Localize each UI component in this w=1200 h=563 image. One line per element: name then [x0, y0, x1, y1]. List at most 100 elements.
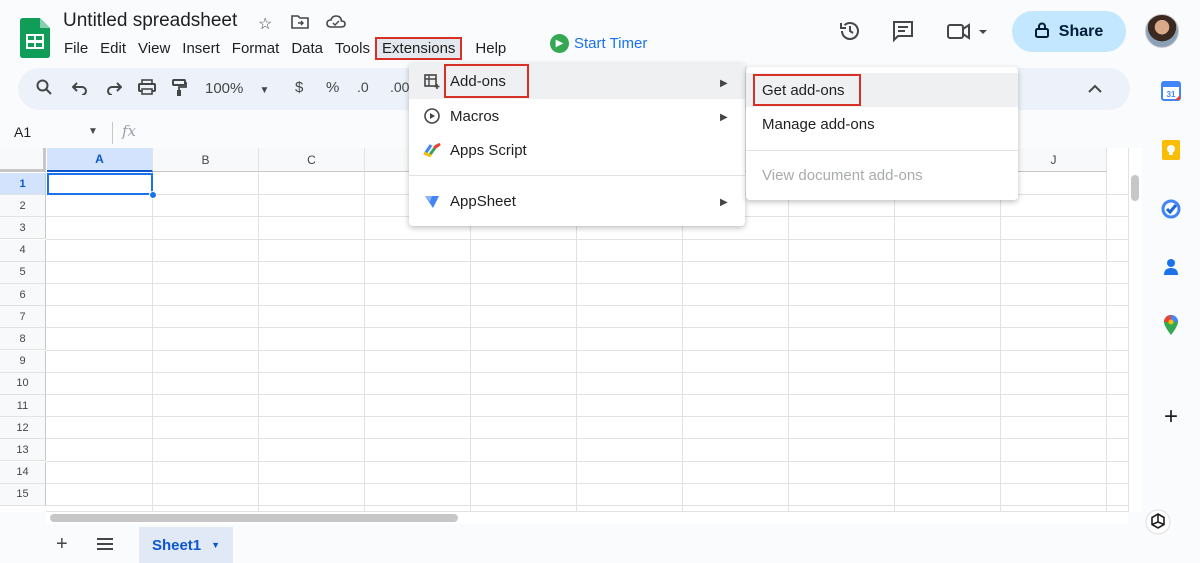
- print-icon[interactable]: [138, 79, 156, 99]
- fill-handle[interactable]: [149, 191, 157, 199]
- row-header-3[interactable]: 3: [0, 217, 46, 240]
- gridline: [46, 482, 1128, 484]
- document-title[interactable]: Untitled spreadsheet: [63, 10, 237, 32]
- row-header-4[interactable]: 4: [0, 239, 46, 262]
- menu-file[interactable]: File: [64, 38, 94, 59]
- menu-view[interactable]: View: [132, 38, 176, 59]
- row-header-8[interactable]: 8: [0, 328, 46, 351]
- fx-icon: fx: [122, 122, 137, 140]
- column-header-a[interactable]: A: [47, 148, 153, 172]
- redo-icon[interactable]: [106, 79, 123, 99]
- menu-item-apps-script[interactable]: Apps Script: [450, 142, 527, 159]
- row-header-7[interactable]: 7: [0, 306, 46, 329]
- share-label: Share: [1058, 22, 1104, 40]
- menu-bar: File Edit View Insert Format Data Tools …: [64, 37, 512, 60]
- name-box[interactable]: A1: [14, 124, 31, 140]
- percent-format-button[interactable]: %: [326, 79, 339, 96]
- row-header-15[interactable]: 15: [0, 483, 46, 506]
- decrease-decimal-button[interactable]: .0: [357, 79, 369, 95]
- openai-logo-icon[interactable]: [1143, 507, 1173, 537]
- share-button[interactable]: Share: [1012, 11, 1126, 52]
- add-sheet-icon[interactable]: +: [56, 533, 68, 556]
- row-header-13[interactable]: 13: [0, 439, 46, 462]
- version-history-icon[interactable]: [837, 18, 863, 44]
- tasks-icon[interactable]: [1160, 198, 1182, 220]
- column-header-b[interactable]: B: [153, 148, 259, 172]
- horizontal-scroll-thumb[interactable]: [50, 514, 458, 522]
- sheet-tab-dropdown-icon[interactable]: ▼: [211, 540, 220, 550]
- start-timer-label: Start Timer: [574, 35, 648, 52]
- select-all-corner[interactable]: [0, 148, 46, 172]
- svg-text:31: 31: [1167, 90, 1176, 99]
- maps-icon[interactable]: [1160, 314, 1182, 336]
- row-header-1[interactable]: 1: [0, 173, 46, 195]
- menu-item-manage-add-ons[interactable]: Manage add-ons: [762, 116, 875, 133]
- menu-data[interactable]: Data: [285, 38, 329, 59]
- chevron-down-icon: ▼: [259, 85, 270, 96]
- increase-decimal-label: .00: [390, 79, 410, 95]
- row-header-5[interactable]: 5: [0, 261, 46, 284]
- contacts-icon[interactable]: [1160, 256, 1182, 278]
- gridline: [46, 460, 1128, 462]
- zoom-value: 100%: [205, 80, 244, 97]
- selected-cell-a1[interactable]: [47, 173, 153, 195]
- row-header-14[interactable]: 14: [0, 461, 46, 484]
- row-header-12[interactable]: 12: [0, 417, 46, 440]
- search-icon[interactable]: [36, 79, 52, 99]
- meet-icon[interactable]: [946, 18, 990, 44]
- menu-edit[interactable]: Edit: [94, 38, 132, 59]
- vertical-scroll-thumb[interactable]: [1131, 175, 1139, 201]
- row-header-6[interactable]: 6: [0, 284, 46, 306]
- menu-format[interactable]: Format: [226, 38, 286, 59]
- menu-item-macros[interactable]: Macros: [450, 108, 499, 125]
- extensions-menu: Add-ons ▶ Macros ▶ Apps Script AppSheet …: [409, 63, 745, 226]
- row-header-10[interactable]: 10: [0, 372, 46, 395]
- row-header-2[interactable]: 2: [0, 195, 46, 218]
- start-timer-button[interactable]: ▶ Start Timer: [550, 34, 647, 53]
- column-header-c[interactable]: C: [259, 148, 365, 172]
- sheets-logo-icon[interactable]: [20, 18, 50, 58]
- gridline: [46, 371, 1128, 373]
- calendar-icon[interactable]: 31: [1160, 80, 1182, 102]
- gridline: [46, 260, 1128, 262]
- gridline: [46, 238, 1128, 240]
- row-header-9[interactable]: 9: [0, 350, 46, 373]
- increase-decimal-button[interactable]: .00: [390, 79, 409, 95]
- lock-icon: [1034, 22, 1049, 42]
- row-header-11[interactable]: 11: [0, 395, 46, 417]
- formula-divider: [112, 122, 113, 144]
- menu-item-view-document-add-ons: View document add-ons: [762, 167, 923, 184]
- menu-item-appsheet[interactable]: AppSheet: [450, 193, 516, 210]
- currency-format-button[interactable]: $: [295, 79, 303, 96]
- menu-divider: [746, 150, 1018, 151]
- menu-help[interactable]: Help: [469, 38, 512, 59]
- undo-icon[interactable]: [71, 79, 88, 99]
- star-icon[interactable]: ☆: [258, 14, 272, 34]
- get-addons-plus-icon[interactable]: +: [1160, 403, 1182, 430]
- gridline: [46, 327, 1128, 329]
- gridline: [46, 283, 1128, 284]
- keep-icon[interactable]: [1160, 139, 1182, 161]
- paint-format-icon[interactable]: [171, 79, 187, 101]
- move-folder-icon[interactable]: [291, 14, 309, 35]
- name-box-dropdown-icon[interactable]: ▼: [88, 126, 98, 137]
- cloud-status-icon[interactable]: [326, 14, 346, 35]
- zoom-select[interactable]: 100% ▼: [205, 80, 269, 97]
- menu-insert[interactable]: Insert: [176, 38, 226, 59]
- decrease-decimal-label: .0: [357, 79, 369, 95]
- vertical-scrollbar[interactable]: [1128, 148, 1142, 512]
- add-ons-icon: [423, 73, 441, 91]
- sheet-tab-label: Sheet1: [151, 536, 202, 554]
- collapse-toolbar-icon[interactable]: [1088, 81, 1102, 97]
- user-avatar[interactable]: [1145, 14, 1179, 48]
- comments-icon[interactable]: [890, 18, 916, 44]
- gridline: [46, 394, 1128, 395]
- menu-tools[interactable]: Tools: [329, 38, 376, 59]
- add-ons-highlight: [444, 64, 529, 98]
- add-ons-submenu: Get add-ons Manage add-ons View document…: [746, 67, 1018, 200]
- menu-extensions[interactable]: Extensions: [375, 37, 463, 60]
- menu-divider: [409, 175, 745, 176]
- all-sheets-icon[interactable]: [96, 535, 114, 556]
- sheet-tab-sheet1[interactable]: Sheet1 ▼: [139, 527, 233, 563]
- apps-script-icon: [423, 141, 441, 159]
